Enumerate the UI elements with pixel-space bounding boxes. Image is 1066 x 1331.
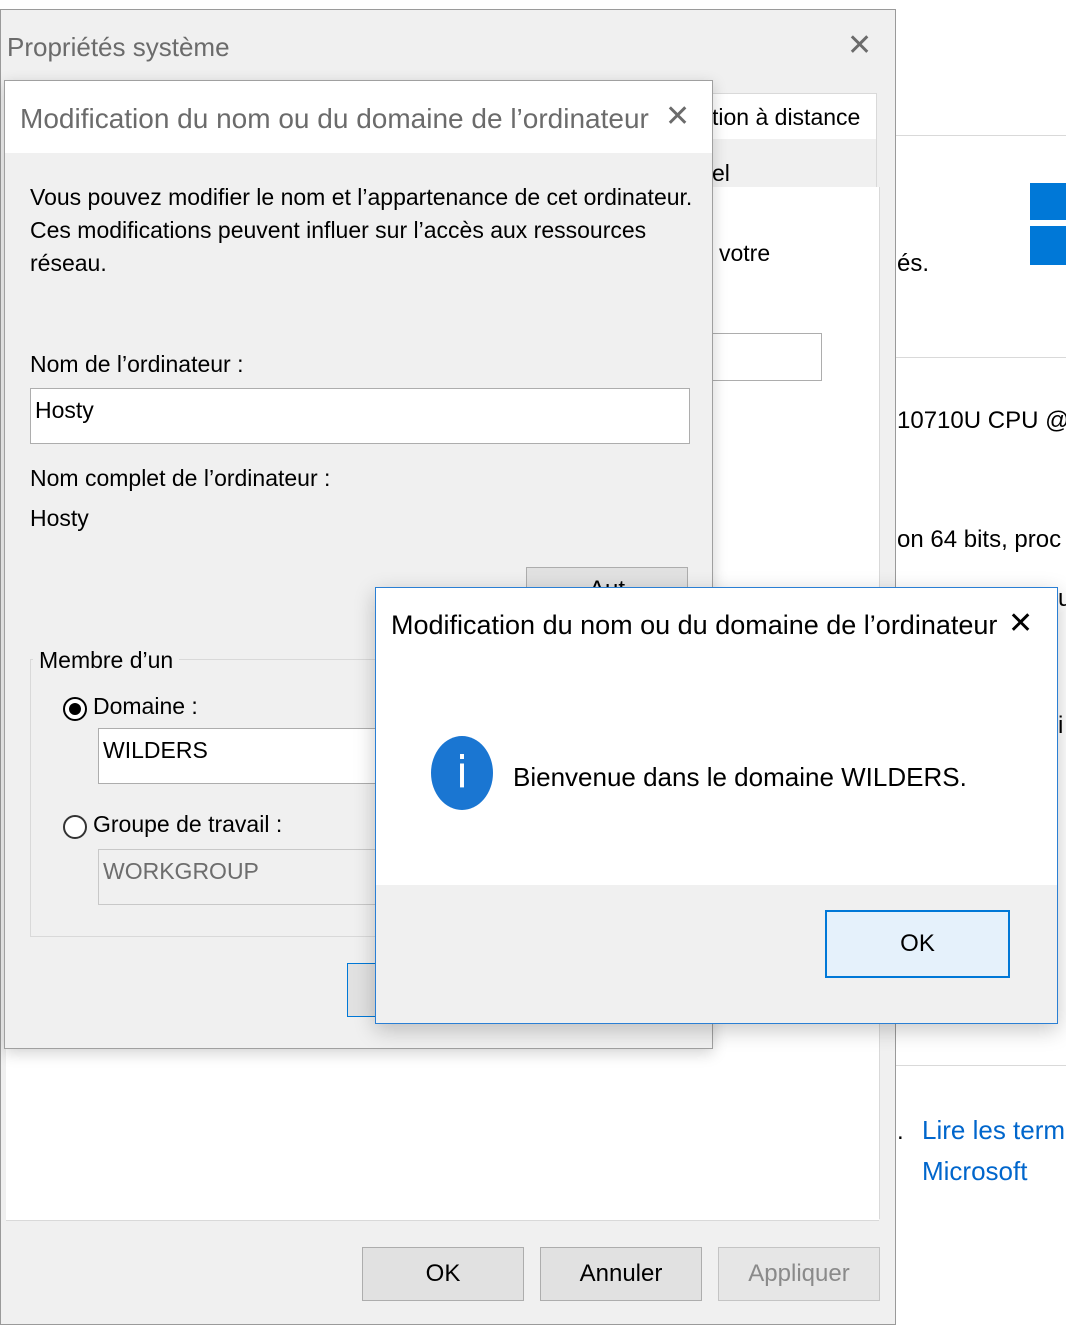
system-type-value: on 64 bits, proc — [897, 526, 1062, 553]
full-name-value: Hosty — [30, 505, 89, 531]
intro-text: Vous pouvez modifier le nom et l’apparte… — [30, 184, 693, 276]
cancel-button[interactable]: Annuler — [540, 1247, 702, 1301]
close-icon[interactable]: ✕ — [665, 99, 690, 134]
info-glyph: i — [455, 747, 469, 798]
close-icon[interactable]: ✕ — [1008, 606, 1033, 641]
dialog-title: Modification du nom ou du domaine de l’o… — [20, 103, 649, 134]
computer-description-input[interactable] — [712, 333, 822, 381]
message-box-title: Modification du nom ou du domaine de l’o… — [391, 610, 998, 640]
tab-page-bottom — [6, 1040, 879, 1221]
tab-label: tion à distance — [712, 104, 861, 130]
member-of-label: Membre d’un — [33, 647, 180, 674]
domain-input[interactable]: WILDERS — [98, 728, 398, 784]
divider — [896, 135, 1066, 136]
welcome-message-box: Modification du nom ou du domaine de l’o… — [375, 587, 1058, 1024]
windows-logo-icon — [1030, 183, 1066, 265]
description-fragment: votre — [719, 240, 771, 266]
window-title: Propriétés système — [7, 32, 230, 62]
divider — [896, 1065, 1066, 1066]
info-icon: i — [431, 736, 493, 810]
full-name-label: Nom complet de l’ordinateur : — [30, 465, 331, 491]
processor-value: 10710U CPU @ — [897, 407, 1066, 434]
copyright-fragment: és. — [897, 250, 930, 277]
welcome-message: Bienvenue dans le domaine WILDERS. — [513, 762, 967, 792]
microsoft-link[interactable]: Microsoft — [922, 1156, 1027, 1187]
tab-remote[interactable]: tion à distance — [711, 93, 877, 140]
close-icon[interactable]: ✕ — [847, 28, 872, 63]
computer-name-input[interactable]: Hosty — [30, 388, 690, 444]
computer-name-label: Nom de l’ordinateur : — [30, 351, 244, 377]
tab-label: el — [712, 160, 730, 186]
radio-selected-dot — [69, 703, 81, 715]
tab-hardware[interactable]: el — [711, 139, 877, 187]
message-ok-button[interactable]: OK — [825, 910, 1010, 978]
workgroup-input[interactable]: WORKGROUP — [98, 849, 398, 905]
workgroup-radio[interactable] — [63, 815, 87, 839]
domain-label: Domaine : — [93, 693, 198, 719]
edge-text-fragment: i — [1058, 712, 1064, 739]
edge-text-fragment: u — [1058, 585, 1066, 612]
domain-radio[interactable] — [63, 697, 87, 721]
apply-button[interactable]: Appliquer — [718, 1247, 880, 1301]
license-separator: . — [897, 1118, 904, 1145]
workgroup-label: Groupe de travail : — [93, 811, 283, 837]
title-bar: Modification du nom ou du domaine de l’o… — [5, 81, 712, 153]
license-terms-link[interactable]: Lire les terme — [922, 1115, 1066, 1146]
ok-button[interactable]: OK — [362, 1247, 524, 1301]
divider — [896, 357, 1066, 358]
